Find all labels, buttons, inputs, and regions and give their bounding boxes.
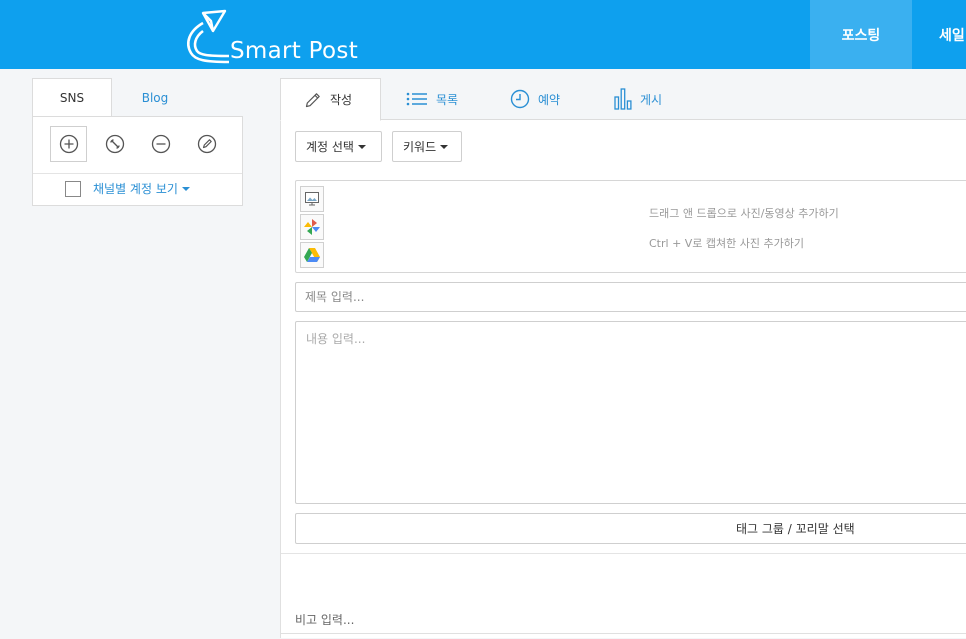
keyword-dropdown[interactable]: 키워드 bbox=[392, 131, 462, 162]
media-source-buttons bbox=[300, 186, 324, 270]
image-upload-icon bbox=[305, 192, 319, 206]
tab-post[interactable]: 게시 bbox=[614, 78, 662, 120]
divider bbox=[33, 173, 242, 174]
top-header: Smart Post 포스팅 세일 bbox=[0, 0, 966, 69]
pinwheel-source-button[interactable] bbox=[300, 214, 324, 240]
paste-hint: Ctrl + V로 캡쳐한 사진 추가하기 bbox=[649, 237, 804, 250]
pinwheel-icon bbox=[304, 219, 320, 235]
tab-write-label: 작성 bbox=[330, 93, 353, 107]
chevron-down-icon bbox=[181, 186, 190, 191]
settings-account-button[interactable] bbox=[96, 126, 133, 162]
content-input[interactable] bbox=[295, 321, 966, 504]
upload-image-button[interactable] bbox=[300, 186, 324, 212]
tab-reserve-label: 예약 bbox=[538, 92, 561, 107]
tab-sns[interactable]: SNS bbox=[32, 78, 112, 117]
remove-account-button[interactable] bbox=[142, 126, 179, 162]
account-select-label: 계정 선택 bbox=[306, 140, 354, 154]
divider bbox=[281, 633, 966, 634]
tab-list[interactable]: 목록 bbox=[406, 78, 458, 120]
minus-circle-icon bbox=[151, 134, 170, 154]
title-input[interactable] bbox=[295, 282, 966, 312]
compose-panel: 작성 목록 예약 게시 계정 선택 키워드 드래그 앤 드롭으로 사진/동영상 … bbox=[280, 78, 966, 638]
list-icon bbox=[406, 92, 427, 106]
google-drive-button[interactable] bbox=[300, 242, 324, 268]
chevron-down-icon bbox=[357, 144, 366, 149]
add-account-button[interactable] bbox=[50, 126, 87, 162]
sns-panel: SNS Blog 채널별 계정 보기 bbox=[32, 78, 243, 206]
memo-input[interactable] bbox=[295, 608, 966, 632]
paper-plane-icon bbox=[187, 9, 229, 64]
compose-tabs: 작성 목록 예약 게시 bbox=[280, 78, 966, 121]
channel-view-toggle[interactable]: 채널별 계정 보기 bbox=[65, 180, 190, 197]
sidebar-tabs: SNS Blog bbox=[32, 78, 243, 117]
account-toolbar bbox=[50, 126, 234, 162]
chevron-down-icon bbox=[440, 144, 449, 149]
plus-circle-icon bbox=[59, 134, 78, 154]
nav-sales[interactable]: 세일 bbox=[912, 0, 966, 69]
tab-list-label: 목록 bbox=[436, 92, 459, 107]
brand-logo[interactable]: Smart Post bbox=[183, 5, 358, 65]
divider bbox=[281, 553, 966, 554]
pencil-icon bbox=[305, 92, 320, 107]
tab-write[interactable]: 작성 bbox=[280, 78, 381, 121]
tag-group-button[interactable]: 태그 그룹 / 꼬리말 선택 bbox=[295, 513, 966, 544]
channel-view-label[interactable]: 채널별 계정 보기 bbox=[93, 180, 178, 197]
media-drop-zone[interactable]: 드래그 앤 드롭으로 사진/동영상 추가하기 Ctrl + V로 캡쳐한 사진 … bbox=[295, 180, 966, 273]
keyword-label: 키워드 bbox=[403, 140, 437, 154]
channel-view-checkbox[interactable] bbox=[65, 180, 81, 197]
bar-chart-icon bbox=[614, 88, 632, 110]
pencil-circle-icon bbox=[197, 134, 216, 154]
brand-name: Smart Post bbox=[230, 38, 359, 64]
nav-posting[interactable]: 포스팅 bbox=[810, 0, 912, 69]
sns-tool-box: 채널별 계정 보기 bbox=[32, 116, 243, 206]
drop-hint: 드래그 앤 드롭으로 사진/동영상 추가하기 bbox=[649, 207, 839, 220]
edit-account-button[interactable] bbox=[188, 126, 225, 162]
tab-reserve[interactable]: 예약 bbox=[510, 78, 560, 120]
tab-post-label: 게시 bbox=[640, 92, 663, 107]
tag-group-label: 태그 그룹 / 꼬리말 선택 bbox=[736, 522, 855, 536]
google-drive-icon bbox=[304, 248, 320, 262]
account-select-dropdown[interactable]: 계정 선택 bbox=[295, 131, 382, 162]
wrench-icon bbox=[105, 134, 124, 154]
clock-icon bbox=[510, 89, 530, 109]
tab-blog[interactable]: Blog bbox=[112, 78, 198, 117]
